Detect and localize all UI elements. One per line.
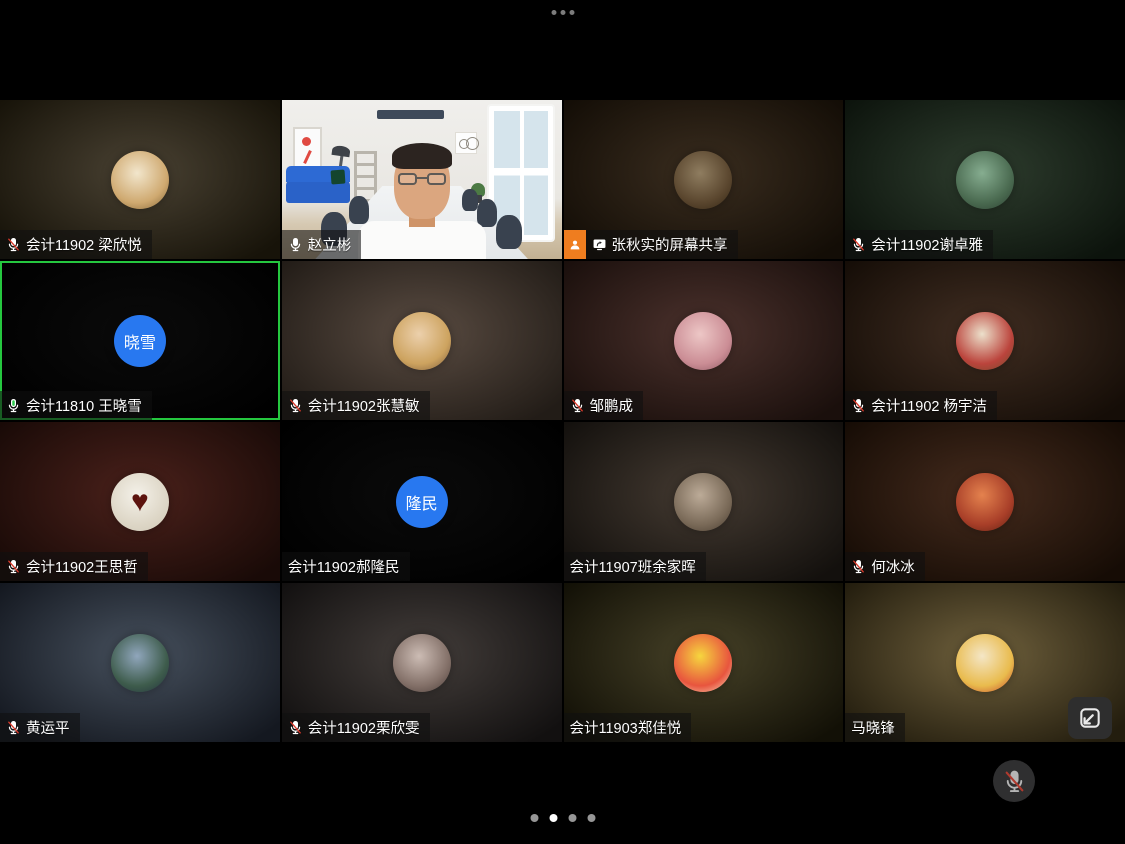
mic-muted-icon [851,398,866,413]
page-dot[interactable] [549,814,557,822]
avatar [393,312,451,370]
pop-out-view-button[interactable] [1068,697,1112,739]
participant-grid: 会计11902 梁欣悦 [0,100,1125,742]
participant-tile[interactable]: ♥ 会计11902王思哲 [0,422,280,581]
participant-name: 会计11902 杨宇洁 [871,395,987,416]
avatar [674,634,732,692]
more-options-indicator[interactable] [551,10,574,15]
avatar [674,312,732,370]
arrow-to-corner-icon [1077,705,1103,731]
avatar: 晓雪 [114,315,166,367]
mic-speaking-icon [6,398,21,413]
avatar [674,473,732,531]
avatar [956,151,1014,209]
participant-tile[interactable]: 隆民 会计11902郝隆民 [282,422,562,581]
participant-name: 会计11902郝隆民 [288,556,400,577]
participant-tile[interactable]: 会计11907班余家晖 [564,422,844,581]
person-icon [568,238,582,252]
participant-name: 会计11902 梁欣悦 [26,234,142,255]
participant-name-label: 会计11902谢卓雅 [845,230,993,259]
mic-muted-icon [288,720,303,735]
participant-name-label: 邹鹏成 [564,391,644,420]
participant-name-label: 黄运平 [0,713,80,742]
participant-name: 何冰冰 [871,556,915,577]
participant-name: 赵立彬 [308,234,352,255]
participant-name-label: 会计11902郝隆民 [282,552,410,581]
participant-name: 张秋实的屏幕共享 [612,234,728,255]
participant-name: 会计11810 王晓雪 [26,395,142,416]
avatar: 隆民 [396,476,448,528]
mic-muted-icon [1002,769,1027,794]
participant-tile[interactable]: 会计11902 梁欣悦 [0,100,280,259]
participant-tile[interactable]: 会计11902 杨宇洁 [845,261,1125,420]
participant-tile[interactable]: 张秋实的屏幕共享 [564,100,844,259]
participant-tile[interactable]: 会计11902张慧敏 [282,261,562,420]
avatar: ♥ [111,473,169,531]
participant-tile[interactable]: 晓雪 会计11810 王晓雪 [0,261,280,420]
participant-name-label: 会计11903郑佳悦 [564,713,692,742]
participant-name: 会计11902张慧敏 [308,395,420,416]
participant-tile[interactable]: 邹鹏成 [564,261,844,420]
mic-muted-icon [6,237,21,252]
screen-share-icon [592,237,607,252]
avatar [111,151,169,209]
participant-name-label: 会计11902王思哲 [0,552,148,581]
participant-tile[interactable]: 会计11902谢卓雅 [845,100,1125,259]
mic-muted-icon [851,559,866,574]
participant-tile[interactable]: 会计11903郑佳悦 [564,583,844,742]
participant-tile[interactable]: 赵立彬 [282,100,562,259]
avatar [956,312,1014,370]
participant-name-label: 会计11902栗欣雯 [282,713,430,742]
participant-name: 会计11902栗欣雯 [308,717,420,738]
participant-name-label: 何冰冰 [845,552,925,581]
mic-muted-icon [6,720,21,735]
mic-muted-icon [6,559,21,574]
participant-tile[interactable]: 会计11902栗欣雯 [282,583,562,742]
mic-on-icon [288,237,303,252]
participant-name-label: 会计11902 杨宇洁 [845,391,997,420]
mic-muted-icon [851,237,866,252]
page-dot[interactable] [568,814,576,822]
avatar [111,634,169,692]
participant-name: 黄运平 [26,717,70,738]
participant-name: 会计11907班余家晖 [570,556,696,577]
meeting-stage: 会计11902 梁欣悦 [0,0,1125,844]
participant-tile[interactable]: 何冰冰 [845,422,1125,581]
participant-name: 会计11902王思哲 [26,556,138,577]
participant-name-label: 会计11902 梁欣悦 [0,230,152,259]
mic-muted-icon [570,398,585,413]
participant-name-label: 张秋实的屏幕共享 [564,230,738,259]
participant-name: 马晓锋 [851,717,895,738]
page-dot[interactable] [530,814,538,822]
page-dot[interactable] [587,814,595,822]
sharer-badge [564,230,586,259]
mic-muted-icon [288,398,303,413]
participant-tile[interactable]: 黄运平 [0,583,280,742]
participant-name-label: 会计11907班余家晖 [564,552,706,581]
mic-toggle-button[interactable] [993,760,1035,802]
avatar [956,473,1014,531]
avatar [956,634,1014,692]
avatar [393,634,451,692]
participant-name-label: 会计11902张慧敏 [282,391,430,420]
participant-name: 邹鹏成 [590,395,634,416]
participant-name: 会计11902谢卓雅 [871,234,983,255]
participant-name-label: 马晓锋 [845,713,905,742]
participant-name-label: 赵立彬 [282,230,362,259]
avatar [674,151,732,209]
participant-name: 会计11903郑佳悦 [570,717,682,738]
participant-name-label: 会计11810 王晓雪 [0,391,152,420]
pagination-dots [530,814,595,822]
